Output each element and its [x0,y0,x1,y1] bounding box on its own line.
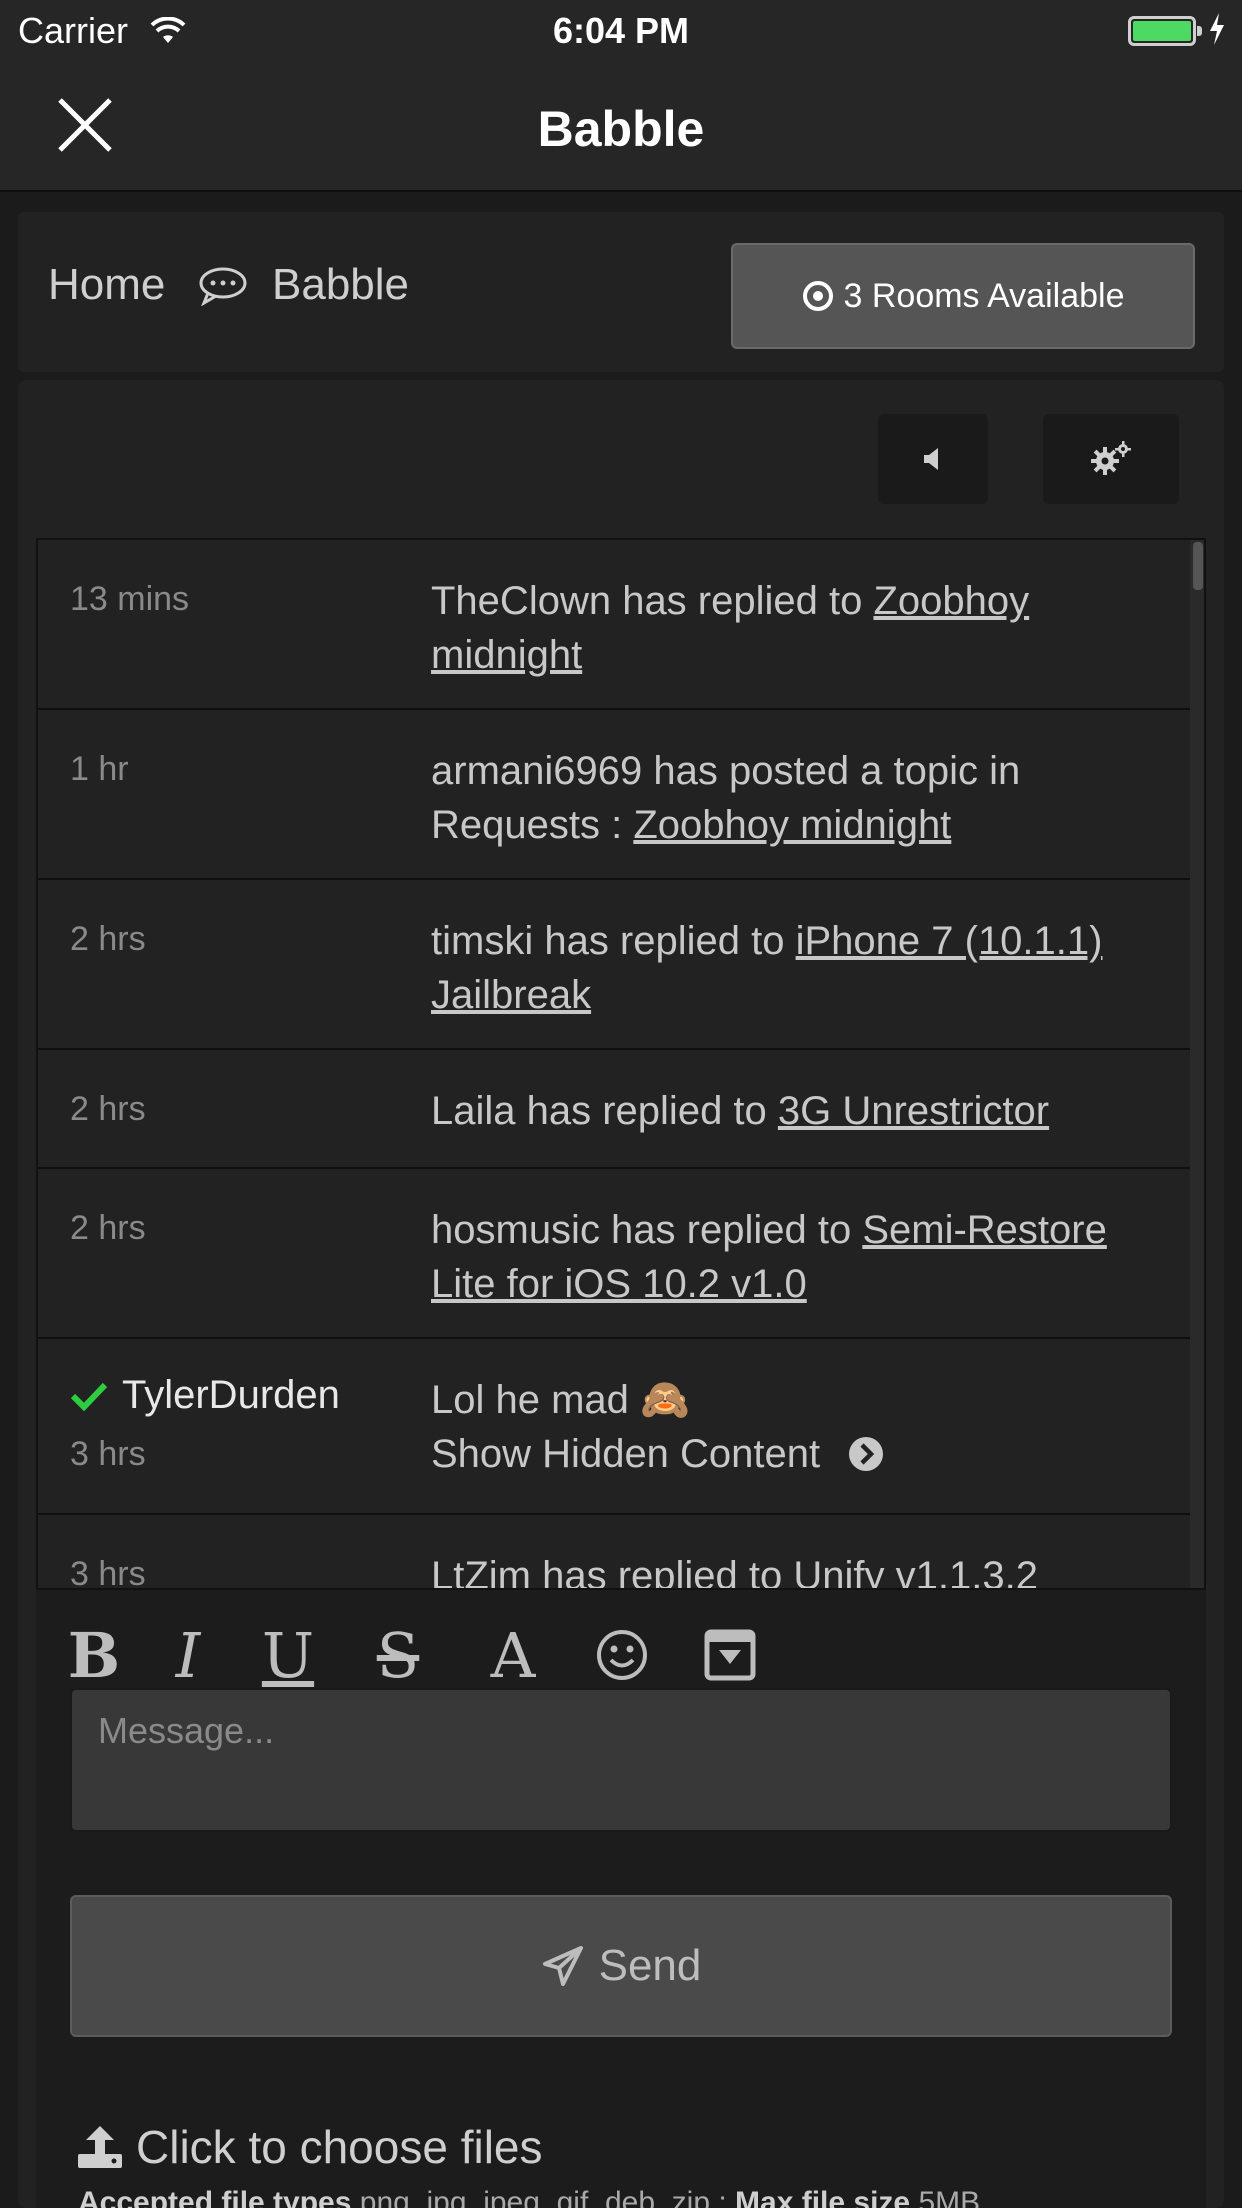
rooms-available-button[interactable]: 3 Rooms Available [731,243,1195,349]
settings-button[interactable] [1043,414,1179,504]
rooms-available-label: 3 Rooms Available [843,276,1125,315]
topic-link[interactable]: 3G Unrestrictor [778,1089,1049,1133]
dropdown-box-icon [704,1629,756,1681]
feed-text-prefix: TheClown has replied to [431,579,874,623]
topic-link[interactable]: Zoobhoy midnight [633,803,951,847]
see-no-evil-monkey-emoji: 🙈 [640,1378,690,1422]
clock: 6:04 PM [552,10,690,51]
message-author[interactable]: TylerDurden [70,1373,340,1418]
chevron-right-circle-icon [849,1437,884,1471]
battery-icon [1128,16,1202,46]
feed-time: 13 mins [70,580,190,618]
charging-bolt-icon [1208,12,1226,54]
italic-button[interactable]: I [160,1619,216,1692]
strikethrough-button[interactable]: S [368,1619,428,1692]
feed-row: 1 hr armani6969 has posted a topic in Re… [38,710,1190,880]
feed-text-prefix: LtZim has replied to [431,1554,794,1590]
feed-row: 2 hrs hosmusic has replied to Semi-Resto… [38,1169,1190,1339]
feed-text: timski has replied to iPhone 7 (10.1.1) … [431,914,1161,1022]
feed-row: 3 hrs LtZim has replied to Unify v1.1.3.… [38,1515,1190,1590]
scrollbar-thumb[interactable] [1193,542,1203,590]
feed-time: 2 hrs [70,1090,146,1128]
show-hidden-content-link[interactable]: Show Hidden Content [431,1427,886,1481]
smiley-icon [597,1630,647,1680]
nav-bar: Babble [0,60,1242,192]
feed-text: Laila has replied to 3G Unrestrictor [431,1084,1161,1138]
feed-time: 1 hr [70,750,129,788]
feed-scrollbar[interactable] [1190,540,1204,1588]
underline-button[interactable]: U [258,1619,318,1692]
font-button[interactable]: A [482,1619,544,1692]
paper-plane-icon [542,1946,583,1986]
emoji-button[interactable] [592,1622,652,1688]
feed-time: 3 hrs [70,1555,146,1590]
feed-text: LtZim has replied to Unify v1.1.3.2 [431,1549,1161,1590]
message-input[interactable] [70,1688,1172,1832]
feed-text-prefix: hosmusic has replied to [431,1208,863,1252]
status-bar: Carrier 6:04 PM [0,0,1242,60]
message-text: Lol he mad [431,1378,629,1422]
accepted-file-info: Accepted file types png, jpg, jpeg, gif,… [78,2186,980,2208]
send-label: Send [598,1941,702,1990]
feed-text-prefix: timski has replied to [431,919,796,963]
verified-check-icon [70,1382,108,1411]
feed-row: 13 mins TheClown has replied to Zoobhoy … [38,540,1190,710]
target-circle-icon [802,281,833,311]
feed-text: armani6969 has posted a topic in Request… [431,744,1161,852]
upload-icon [78,2126,122,2168]
speaker-icon [924,448,938,470]
gears-icon [1091,441,1131,475]
show-hidden-content-label: Show Hidden Content [431,1432,821,1476]
chat-bubble-icon [198,266,248,311]
feed-time: 2 hrs [70,1209,146,1247]
feed-row: 2 hrs timski has replied to iPhone 7 (10… [38,880,1190,1050]
feed-text-prefix: Laila has replied to [431,1089,778,1133]
feed-text: TheClown has replied to Zoobhoy midnight [431,574,1161,682]
sound-toggle-button[interactable] [878,414,988,504]
feed-text: hosmusic has replied to Semi-Restore Lit… [431,1203,1161,1311]
max-size-value: 5MB [910,2186,981,2208]
spoiler-button[interactable] [700,1622,760,1688]
message-body: Lol he mad 🙈 Show Hidden Content [431,1373,1161,1481]
accepted-types-label: Accepted file types [78,2186,352,2208]
feed-time: 3 hrs [70,1435,146,1473]
bold-button[interactable]: B [64,1619,124,1692]
feed-row: 2 hrs Laila has replied to 3G Unrestrict… [38,1050,1190,1169]
feed-time: 2 hrs [70,920,146,958]
send-button[interactable]: Send [70,1895,1172,2037]
breadcrumb-home[interactable]: Home [48,260,165,310]
page-title: Babble [537,101,705,157]
max-size-label: Max file size [735,2186,911,2208]
chat-message-row: TylerDurden 3 hrs Lol he mad 🙈 Show Hidd… [38,1339,1190,1515]
breadcrumb-current: Babble [272,260,410,309]
choose-files-button[interactable]: Click to choose files [76,2120,543,2174]
accepted-types-value: png, jpg, jpeg, gif, deb, zip ; [351,2186,736,2208]
topic-link[interactable]: Unify v1.1.3.2 [793,1554,1038,1588]
activity-feed[interactable]: 13 mins TheClown has replied to Zoobhoy … [36,538,1206,1590]
message-author-name: TylerDurden [122,1373,340,1417]
breadcrumb: Home Babble 3 Rooms Available [18,212,1224,372]
choose-files-label: Click to choose files [136,2121,543,2173]
